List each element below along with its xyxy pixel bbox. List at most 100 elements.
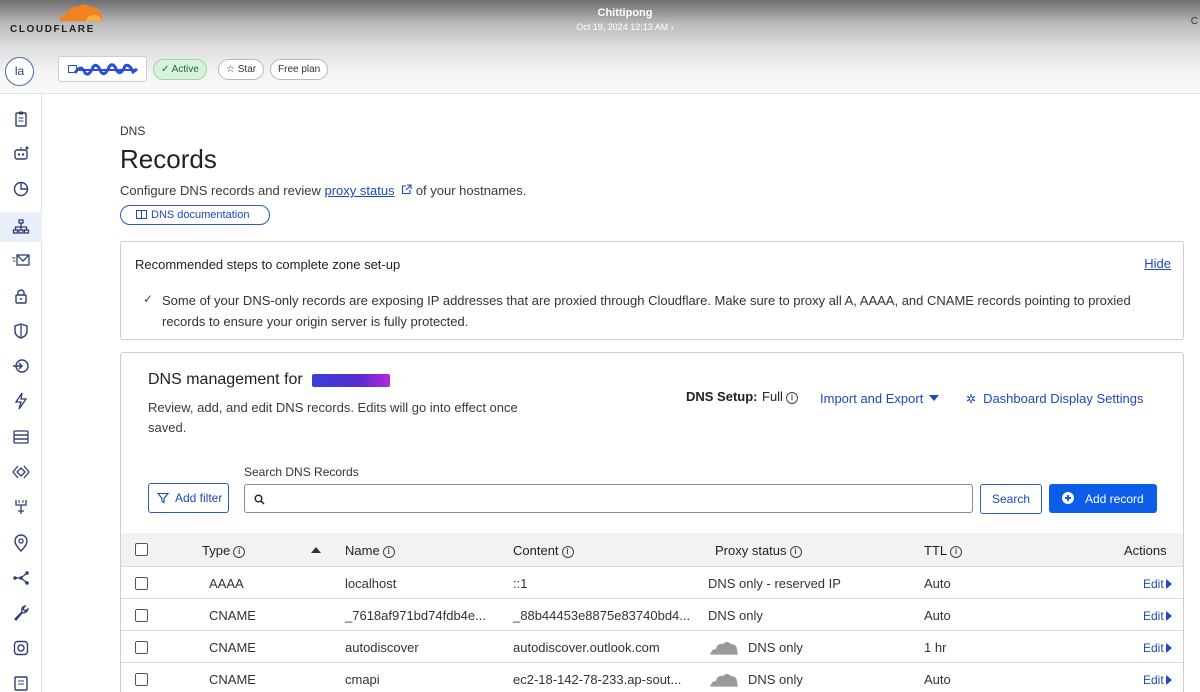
network-icon[interactable] — [12, 534, 30, 552]
caching-icon[interactable] — [12, 428, 30, 446]
plan-badge[interactable]: Free plan — [270, 59, 329, 80]
logo-text: CLOUDFLARE — [10, 24, 95, 35]
speed-icon[interactable] — [12, 392, 30, 410]
sort-ascending-icon[interactable] — [311, 547, 321, 553]
column-content[interactable]: Content i — [513, 543, 574, 558]
dashboard-display-settings-button[interactable]: ✲ Dashboard Display Settings — [966, 391, 1143, 406]
caret-down-icon — [929, 395, 940, 401]
record-content: ::1 — [513, 576, 528, 591]
overview-icon[interactable] — [12, 110, 30, 128]
column-actions: Actions — [1124, 543, 1167, 558]
table-row[interactable]: AAAA localhost ::1 DNS only - reserved I… — [121, 567, 1183, 599]
record-name: _7618af971bd74fdb4e... — [345, 608, 486, 623]
rules-icon[interactable] — [12, 498, 30, 516]
dns-only-cloud-icon — [710, 674, 738, 687]
record-content: autodiscover.outlook.com — [513, 640, 660, 655]
email-icon[interactable] — [12, 251, 30, 269]
account-name: Chittipong — [597, 7, 653, 19]
zaraz-icon[interactable] — [12, 674, 30, 692]
search-icon — [254, 494, 265, 505]
cloudflare-cloud-icon — [60, 4, 103, 21]
page-description: Configure DNS records and review proxy s… — [120, 183, 527, 198]
info-icon: i — [789, 546, 802, 558]
search-button[interactable]: Search — [980, 484, 1042, 514]
hide-link[interactable]: Hide — [1144, 256, 1171, 271]
column-name[interactable]: Name i — [345, 543, 395, 558]
sidebar — [0, 94, 42, 692]
record-content: _88b44453e8875e83740bd4... — [513, 608, 691, 623]
external-link-icon — [402, 184, 412, 195]
tools-icon[interactable] — [12, 604, 30, 622]
row-checkbox[interactable] — [135, 673, 148, 686]
edit-button[interactable]: Edit — [1143, 641, 1172, 655]
edit-button[interactable]: Edit — [1143, 673, 1172, 687]
import-export-dropdown[interactable]: Import and Export — [820, 391, 940, 406]
record-ttl: Auto — [924, 608, 951, 623]
record-type: CNAME — [209, 608, 256, 623]
cloudflare-logo[interactable]: CLOUDFLARE — [10, 2, 110, 42]
dns-management-subtitle: Review, add, and edit DNS records. Edits… — [148, 400, 518, 435]
search-input[interactable] — [244, 484, 973, 513]
caret-right-icon — [1165, 579, 1172, 589]
status-badge[interactable]: ✓ Active — [153, 59, 207, 80]
column-type[interactable]: Type i — [202, 543, 246, 558]
record-ttl: Auto — [924, 672, 951, 687]
table-row[interactable]: CNAME cmapi ec2-18-142-78-233.ap-sout...… — [121, 663, 1183, 692]
edit-button[interactable]: Edit — [1143, 577, 1172, 591]
workers-icon[interactable] — [12, 463, 30, 481]
edit-button[interactable]: Edit — [1143, 609, 1172, 623]
dns-setup-label: DNS Setup: — [686, 389, 758, 404]
info-icon[interactable]: i — [785, 392, 798, 404]
record-content: ec2-18-142-78-233.ap-sout... — [513, 672, 682, 687]
dns-icon[interactable] — [0, 212, 42, 242]
scrape-shield-icon[interactable] — [12, 639, 30, 657]
info-icon: i — [561, 546, 574, 558]
table-row[interactable]: CNAME autodiscover autodiscover.outlook.… — [121, 631, 1183, 663]
dns-documentation-button[interactable]: DNS documentation — [120, 205, 270, 225]
record-proxy-status: DNS only — [748, 640, 803, 655]
redacted-zone-name — [73, 63, 138, 76]
star-icon: ☆ — [226, 64, 238, 75]
add-record-button[interactable]: Add record — [1049, 484, 1157, 513]
proxy-status-link[interactable]: proxy status — [324, 183, 394, 198]
column-proxy-status[interactable]: Proxy status i — [715, 543, 802, 558]
chevron-right-icon: › — [670, 22, 674, 32]
table-header: Type i Name i Content i Proxy status i TTL i … — [121, 533, 1183, 567]
check-icon: ✓ — [161, 64, 172, 75]
zone-bar: la ✓ Active ☆ Star Free plan — [0, 44, 1200, 94]
page-title: Records — [120, 144, 217, 174]
row-checkbox[interactable] — [135, 577, 148, 590]
add-filter-button[interactable]: Add filter — [148, 483, 229, 513]
dns-management-panel: DNS management for Review, add, and edit… — [120, 352, 1184, 692]
account-switcher[interactable]: Chittipong Oct 19, 2024 12:13 AM › — [560, 7, 690, 32]
security-icon[interactable] — [12, 322, 30, 340]
record-type: AAAA — [209, 576, 244, 591]
record-name: localhost — [345, 576, 397, 591]
record-proxy-status: DNS only — [748, 672, 803, 687]
book-icon — [136, 210, 147, 219]
column-ttl[interactable]: TTL i — [924, 543, 963, 558]
table-row[interactable]: CNAME _7618af971bd74fdb4e... _88b44453e8… — [121, 599, 1183, 631]
star-button[interactable]: ☆ Star — [218, 59, 265, 80]
row-checkbox[interactable] — [135, 609, 148, 622]
breadcrumb: DNS — [120, 124, 146, 138]
analytics-icon[interactable] — [12, 145, 30, 163]
record-proxy-status: DNS only — [708, 608, 763, 623]
traffic-icon[interactable] — [12, 180, 30, 198]
gear-icon: ✲ — [966, 392, 977, 406]
access-icon[interactable] — [12, 357, 30, 375]
row-checkbox[interactable] — [135, 641, 148, 654]
caret-right-icon — [1165, 643, 1172, 653]
record-name: autodiscover — [345, 640, 419, 655]
recommended-step-text: Some of your DNS-only records are exposi… — [162, 293, 1131, 329]
recommended-steps-title: Recommended steps to complete zone set-u… — [135, 257, 401, 272]
traffic-routing-icon[interactable] — [12, 569, 30, 587]
ssl-icon[interactable] — [12, 287, 30, 305]
check-icon: ✓ — [143, 292, 154, 306]
caret-right-icon — [1165, 611, 1172, 621]
filter-icon — [157, 492, 169, 504]
avatar[interactable]: la — [5, 57, 34, 86]
dns-only-cloud-icon — [710, 642, 738, 655]
zone-selector[interactable] — [58, 56, 147, 82]
select-all-checkbox[interactable] — [135, 543, 148, 556]
